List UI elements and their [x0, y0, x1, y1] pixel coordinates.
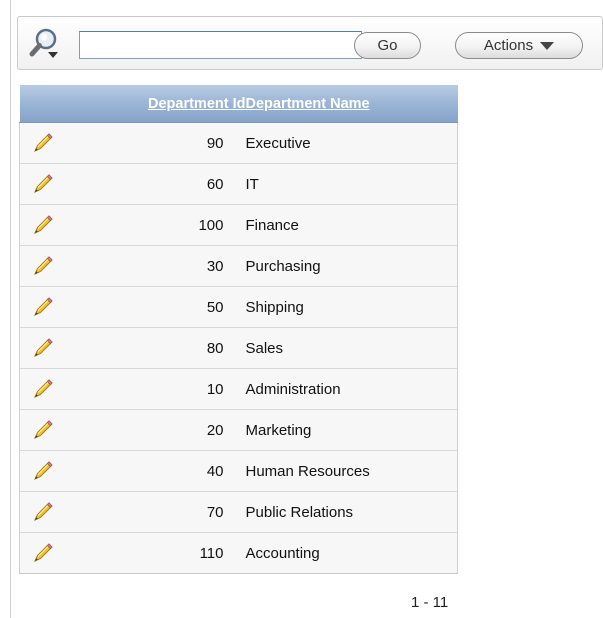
department-name-cell: IT — [245, 163, 458, 205]
pagination-range: 1 - 11 — [411, 594, 449, 611]
edit-cell — [19, 409, 66, 451]
edit-cell — [19, 368, 66, 410]
department-id-value: 80 — [206, 339, 224, 357]
department-id-value: 100 — [198, 216, 224, 234]
pencil-icon[interactable] — [32, 419, 54, 441]
table-row: 40 Human Resources — [19, 450, 458, 492]
department-id-cell: 20 — [65, 409, 246, 451]
department-id-cell: 100 — [65, 204, 246, 246]
department-id-cell: 50 — [65, 286, 246, 328]
department-id-value: 30 — [206, 257, 224, 275]
page-left-border — [10, 0, 11, 618]
department-name-cell: Accounting — [245, 532, 458, 574]
column-header-department-id[interactable]: Department Id — [65, 85, 246, 123]
report-body: 90 Executive 60 IT 100 Finance 30 Purchasing 50 S… — [19, 122, 458, 574]
pencil-icon[interactable] — [32, 460, 54, 482]
department-id-value: 20 — [206, 421, 224, 439]
pencil-icon[interactable] — [32, 214, 54, 236]
department-name-cell: Public Relations — [245, 491, 458, 533]
search-column-selector-icon[interactable] — [28, 26, 64, 62]
pencil-icon[interactable] — [32, 296, 54, 318]
go-button-label: Go — [377, 37, 398, 54]
edit-cell — [19, 327, 66, 369]
table-row: 10 Administration — [19, 368, 458, 410]
table-row: 70 Public Relations — [19, 491, 458, 533]
edit-cell — [19, 204, 66, 246]
department-id-cell: 10 — [65, 368, 246, 410]
table-row: 110 Accounting — [19, 532, 458, 574]
pencil-icon[interactable] — [32, 173, 54, 195]
department-name-cell: Executive — [245, 122, 458, 164]
table-header-row: Department Id Department Name — [19, 85, 458, 123]
edit-cell — [19, 122, 66, 164]
department-name-cell: Marketing — [245, 409, 458, 451]
table-row: 30 Purchasing — [19, 245, 458, 287]
department-id-cell: 60 — [65, 163, 246, 205]
department-id-cell: 40 — [65, 450, 246, 492]
department-id-cell: 80 — [65, 327, 246, 369]
edit-cell — [19, 450, 66, 492]
department-id-value: 110 — [199, 544, 224, 562]
actions-button-label: Actions — [483, 37, 534, 54]
department-id-value: 90 — [206, 134, 224, 152]
column-header-label[interactable]: Department Id — [148, 96, 246, 112]
edit-cell — [19, 245, 66, 287]
table-row: 90 Executive — [19, 122, 458, 164]
pencil-icon[interactable] — [32, 542, 54, 564]
department-name-cell: Administration — [245, 368, 458, 410]
department-id-cell: 110 — [65, 532, 246, 574]
table-row: 100 Finance — [19, 204, 458, 246]
department-id-value: 50 — [206, 298, 224, 316]
department-name-cell: Finance — [245, 204, 458, 246]
go-button[interactable]: Go — [354, 32, 421, 59]
edit-cell — [19, 532, 66, 574]
pencil-icon[interactable] — [32, 378, 54, 400]
report-table: Department Id Department Name 90 Executiv… — [19, 85, 458, 574]
edit-cell — [19, 286, 66, 328]
edit-cell — [19, 491, 66, 533]
department-name-cell: Human Resources — [245, 450, 458, 492]
caret-down-icon — [540, 41, 555, 50]
department-id-value: 70 — [206, 503, 224, 521]
table-row: 50 Shipping — [19, 286, 458, 328]
column-header-department-name[interactable]: Department Name — [245, 85, 458, 123]
pencil-icon[interactable] — [32, 501, 54, 523]
department-id-value: 60 — [206, 175, 224, 193]
actions-menu-button[interactable]: Actions — [455, 32, 583, 59]
department-id-value: 40 — [206, 462, 224, 480]
department-id-cell: 90 — [65, 122, 246, 164]
department-id-value: 10 — [206, 380, 224, 398]
pencil-icon[interactable] — [32, 132, 54, 154]
department-name-cell: Shipping — [245, 286, 458, 328]
department-id-cell: 70 — [65, 491, 246, 533]
department-name-cell: Sales — [245, 327, 458, 369]
table-row: 80 Sales — [19, 327, 458, 369]
column-header-label[interactable]: Department Name — [246, 96, 370, 112]
edit-column-header — [19, 85, 66, 123]
department-id-cell: 30 — [65, 245, 246, 287]
pencil-icon[interactable] — [32, 337, 54, 359]
table-row: 60 IT — [19, 163, 458, 205]
pencil-icon[interactable] — [32, 255, 54, 277]
department-name-cell: Purchasing — [245, 245, 458, 287]
search-input[interactable] — [79, 31, 362, 59]
table-row: 20 Marketing — [19, 409, 458, 451]
edit-cell — [19, 163, 66, 205]
report-search-toolbar: Go Actions — [17, 16, 603, 70]
